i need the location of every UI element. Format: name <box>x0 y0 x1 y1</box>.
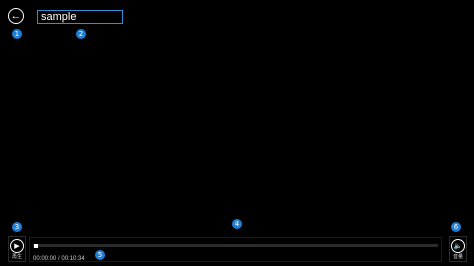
seek-bar[interactable] <box>33 244 438 247</box>
volume-label: 音量 <box>452 254 463 260</box>
annotation-badge-2: 2 <box>76 29 86 39</box>
annotation-badge-4: 4 <box>232 219 242 229</box>
annotation-badge-1: 1 <box>12 29 22 39</box>
play-icon: ▶ <box>10 239 24 253</box>
annotation-badge-6: 6 <box>451 222 461 232</box>
time-readout: 00:00:00 / 00:10:34 <box>33 256 85 262</box>
page-title: sample <box>37 10 123 24</box>
seek-thumb[interactable] <box>34 244 38 248</box>
speaker-icon: 🔈 <box>451 239 465 253</box>
back-button[interactable]: ← <box>8 8 24 24</box>
play-label: 再生 <box>11 254 22 260</box>
annotation-badge-3: 3 <box>12 222 22 232</box>
arrow-left-icon: ← <box>10 9 22 22</box>
progress-panel <box>29 237 442 262</box>
